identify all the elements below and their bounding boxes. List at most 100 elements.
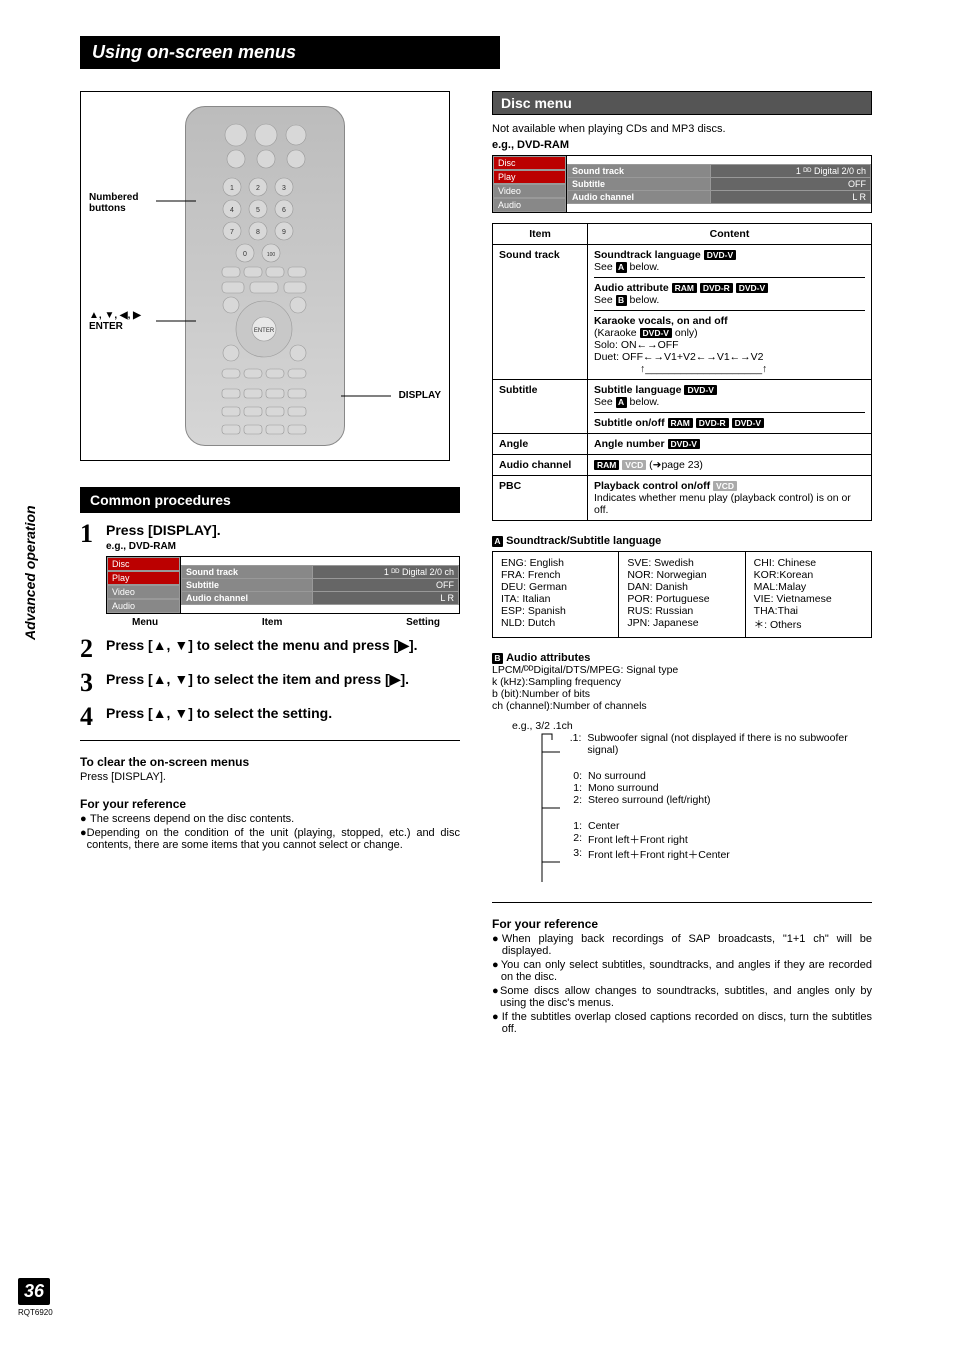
osd-label-menu: Menu — [132, 617, 158, 628]
reference-bullet: ●You can only select subtitles, soundtra… — [492, 959, 872, 983]
cell-content: Angle number DVD-V — [588, 434, 872, 455]
cell-item: Sound track — [493, 245, 588, 380]
svg-text:0: 0 — [243, 251, 247, 258]
callout-arrows-enter: ▲, ▼, ◀, ▶ ENTER — [89, 310, 141, 332]
clear-heading: To clear the on-screen menus — [80, 755, 460, 769]
disc-content-table: ItemContent Sound track Soundtrack langu… — [492, 223, 872, 521]
language-table: ENG: EnglishFRA: FrenchDEU: German ITA: … — [492, 551, 872, 638]
step-3: 3 Press [▲, ▼] to select the item and pr… — [80, 670, 460, 696]
step-text: Press [▲, ▼] to select the menu and pres… — [106, 636, 460, 654]
cell-item: Subtitle — [493, 380, 588, 434]
bracket-icon — [492, 732, 564, 892]
th-item: Item — [493, 224, 588, 245]
page: Advanced operation 36 RQT6920 Using on-s… — [0, 0, 954, 1351]
osd-labels: Menu Item Setting — [106, 617, 460, 628]
step-4: 4 Press [▲, ▼] to select the setting. — [80, 704, 460, 730]
osd-tab-video: Video — [107, 585, 180, 599]
svg-text:4: 4 — [230, 207, 234, 214]
svg-text:100: 100 — [267, 252, 276, 258]
section-b: B Audio attributes — [492, 652, 872, 664]
th-content: Content — [588, 224, 872, 245]
step-number: 3 — [80, 670, 106, 696]
reference-text: The screens depend on the disc contents. — [90, 813, 294, 825]
osd-row-label: Sound track — [182, 566, 313, 579]
svg-text:5: 5 — [256, 207, 260, 214]
step-number: 1 — [80, 521, 106, 547]
page-title: Using on-screen menus — [80, 36, 500, 69]
osd-row-label: Subtitle — [182, 579, 313, 592]
callout-display: DISPLAY — [399, 390, 441, 401]
step-number: 2 — [80, 636, 106, 662]
step-text: Press [DISPLAY]. — [106, 521, 460, 539]
svg-text:2: 2 — [256, 185, 260, 192]
step-text: Press [▲, ▼] to select the item and pres… — [106, 670, 460, 688]
reference-bullet: ●Depending on the condition of the unit … — [80, 827, 460, 851]
page-reference: RQT6920 — [18, 1308, 53, 1317]
language-col: CHI: ChineseKOR:KoreanMAL:Malay VIE: Vie… — [746, 552, 871, 637]
reference-bullet: ●Some discs allow changes to soundtracks… — [492, 985, 872, 1009]
callout-numbered-buttons: Numbered buttons — [89, 192, 138, 214]
cell-content: Soundtrack language DVD-V See A below. A… — [588, 245, 872, 380]
step-text: Press [▲, ▼] to select the setting. — [106, 704, 460, 722]
step-number: 4 — [80, 704, 106, 730]
svg-text:3: 3 — [282, 185, 286, 192]
osd-label-item: Item — [262, 617, 283, 628]
section-a: A Soundtrack/Subtitle language — [492, 535, 872, 547]
section-b-heading: Audio attributes — [506, 652, 590, 664]
reference-text: Depending on the condition of the unit (… — [87, 827, 460, 851]
section-a-heading: Soundtrack/Subtitle language — [506, 535, 661, 547]
channel-example: e.g., 3/2 .1ch .1:Subwoofer signal (not … — [492, 720, 872, 892]
common-procedures-heading: Common procedures — [80, 487, 460, 513]
osd-tab-play: Play — [493, 170, 566, 184]
right-column: Disc menu Not available when playing CDs… — [492, 91, 872, 1037]
osd-menu-example: Disc Play Video Audio Sound track1 ᴰᴰ Di… — [106, 556, 460, 614]
disc-note: Not available when playing CDs and MP3 d… — [492, 123, 872, 135]
reference-heading: For your reference — [80, 797, 460, 811]
osd-row-val: OFF — [313, 579, 459, 592]
osd-row-label: Audio channel — [182, 592, 313, 605]
osd-tab-audio: Audio — [107, 599, 180, 613]
language-col: SVE: SwedishNOR: NorwegianDAN: Danish PO… — [619, 552, 745, 637]
remote-illustration: 123 456 789 0100 ENTER Numbered buttons … — [80, 91, 450, 461]
example-label: e.g., 3/2 .1ch — [512, 720, 872, 732]
osd-label-setting: Setting — [406, 617, 440, 628]
divider — [80, 740, 460, 741]
disc-menu-heading: Disc menu — [492, 91, 872, 115]
svg-text:ENTER: ENTER — [254, 328, 275, 334]
left-column: 123 456 789 0100 ENTER Numbered buttons … — [80, 91, 460, 1037]
side-label: Advanced operation — [22, 505, 38, 640]
cell-item: Audio channel — [493, 455, 588, 476]
reference-bullet: ●When playing back recordings of SAP bro… — [492, 933, 872, 957]
content-columns: 123 456 789 0100 ENTER Numbered buttons … — [80, 91, 894, 1037]
cell-content: RAM VCD (➜page 23) — [588, 455, 872, 476]
step-2: 2 Press [▲, ▼] to select the menu and pr… — [80, 636, 460, 662]
step-subtext: e.g., DVD-RAM — [106, 541, 460, 552]
cell-item: Angle — [493, 434, 588, 455]
remote-body: 1 2 3 4 5 6 7 8 9 0 100 ENTER — [185, 106, 345, 446]
svg-text:8: 8 — [256, 229, 260, 236]
divider — [492, 902, 872, 903]
cell-content: Playback control on/off VCD Indicates wh… — [588, 476, 872, 521]
osd-tab-audio: Audio — [493, 198, 566, 212]
disc-example-label: e.g., DVD-RAM — [492, 139, 872, 151]
reference-bullet: ●The screens depend on the disc contents… — [80, 813, 460, 825]
step-1: 1 Press [DISPLAY]. e.g., DVD-RAM Disc Pl… — [80, 521, 460, 628]
audio-attributes: LPCM/ᴰᴰDigital/DTS/MPEG: Signal type k (… — [492, 664, 872, 712]
svg-text:1: 1 — [230, 185, 234, 192]
svg-text:6: 6 — [282, 207, 286, 214]
osd-tab-video: Video — [493, 184, 566, 198]
reference-bullet: ●If the subtitles overlap closed caption… — [492, 1011, 872, 1035]
page-number: 36 — [18, 1278, 50, 1305]
osd-row-val: 1 ᴰᴰ Digital 2/0 ch — [313, 566, 459, 579]
osd-tab-disc: Disc — [493, 156, 566, 170]
cell-content: Subtitle language DVD-V See A below. Sub… — [588, 380, 872, 434]
osd-menu-example-2: Disc Play Video Audio Sound track1 ᴰᴰ Di… — [492, 155, 872, 213]
osd-row-val: L R — [313, 592, 459, 605]
osd-tab-play: Play — [107, 571, 180, 585]
osd-tab-disc: Disc — [107, 557, 180, 571]
svg-text:7: 7 — [230, 229, 234, 236]
svg-text:9: 9 — [282, 229, 286, 236]
language-col: ENG: EnglishFRA: FrenchDEU: German ITA: … — [493, 552, 619, 637]
cell-item: PBC — [493, 476, 588, 521]
reference-heading: For your reference — [492, 917, 872, 931]
